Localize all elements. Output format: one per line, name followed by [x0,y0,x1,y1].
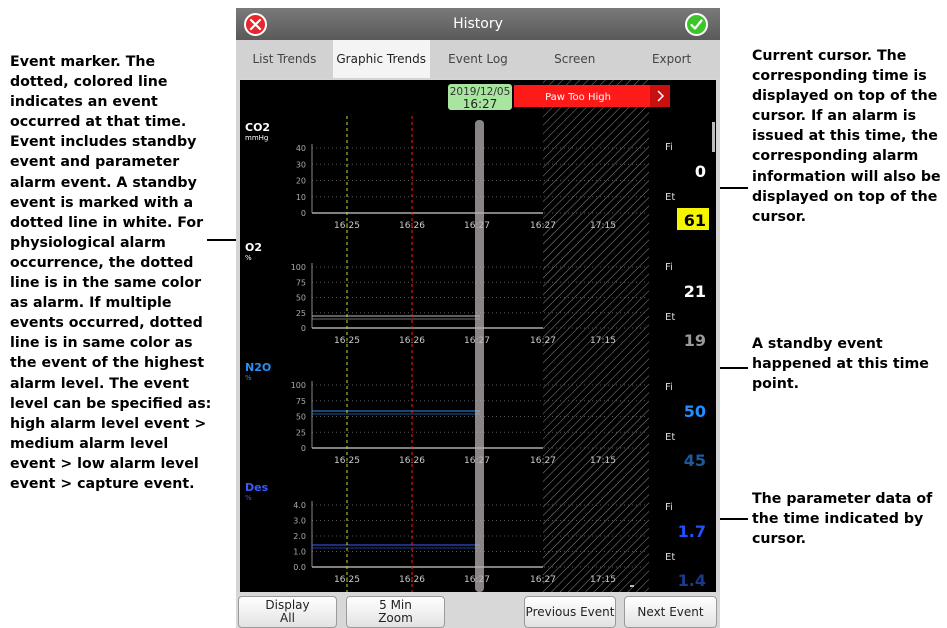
et-label: Et [665,312,675,323]
annotation-event-marker: Event marker. The dotted, colored line i… [10,54,212,492]
parameter-name: O2 [245,241,262,254]
zoom-label-line2: Zoom [378,611,413,625]
y-tick-label: 0.0 [293,563,306,572]
y-tick-label: 50 [296,413,306,422]
y-tick-label: 100 [291,263,306,272]
alarm-message: Paw Too High [545,92,611,103]
fi-label: Fi [665,142,673,153]
title-bar: History [236,8,720,40]
et-label: Et [665,192,675,203]
fi-value: 1.7 [678,522,706,541]
parameter-name: N2O [245,361,271,374]
time-tick-label: 17:15 [590,575,616,585]
parameter-unit: % [245,254,252,262]
cursor-bar[interactable] [475,120,484,592]
display-all-label-line2: All [280,611,295,625]
time-tick-label: 17:15 [590,456,616,466]
zoom-button[interactable]: 5 Min Zoom [346,596,445,628]
y-tick-label: 20 [296,177,306,186]
scrollbar-thumb[interactable] [712,122,715,152]
next-event-button[interactable]: Next Event [624,596,717,628]
y-tick-label: 3.0 [293,517,306,526]
et-label: Et [665,432,675,443]
tab-event-log[interactable]: Event Log [430,40,527,78]
y-tick-label: 75 [296,397,306,406]
y-tick-label: 50 [296,294,306,303]
y-tick-label: 30 [296,160,306,169]
y-tick-label: 10 [296,193,306,202]
y-tick-label: 25 [296,309,306,318]
y-tick-label: 75 [296,278,306,287]
et-value: 45 [684,451,706,470]
scroll-indicator [630,585,634,587]
tab-graphic-trends[interactable]: Graphic Trends [332,40,430,78]
tab-list-trends[interactable]: List Trends [236,40,333,78]
parameter-unit: % [245,494,252,502]
fi-value: 0 [695,162,706,181]
previous-event-button[interactable]: Previous Event [524,596,616,628]
y-tick-label: 2.0 [293,532,306,541]
fi-value: 21 [684,282,706,301]
time-tick-label: 16:27 [530,336,556,346]
tab-export[interactable]: Export [623,40,720,78]
annotation-current-cursor: Current cursor. The corresponding time i… [752,48,941,225]
parameter-unit: mmHg [245,134,268,142]
y-tick-label: 100 [291,381,306,390]
parameter-name: Des [245,481,269,494]
et-value: 1.4 [678,571,706,590]
y-tick-label: 4.0 [293,501,306,510]
parameter-name: CO2 [245,121,270,134]
cursor-time: 16:27 [463,97,498,111]
confirm-button[interactable] [685,13,708,36]
time-tick-label: 16:27 [530,575,556,585]
stage: Event marker. The dotted, colored line i… [0,0,947,628]
fi-label: Fi [665,382,673,393]
time-tick-label: 16:27 [530,456,556,466]
bottom-toolbar: Display All 5 Min Zoom Previous Event Next… [236,592,720,628]
annotation-parameter-data: The parameter data of the time indicated… [752,491,933,548]
checkmark-icon [690,19,703,30]
close-button[interactable] [244,13,267,36]
alarm-expand-button[interactable] [650,85,670,107]
fi-label: Fi [665,502,673,513]
y-tick-label: 0 [301,324,306,333]
et-label: Et [665,552,675,563]
y-tick-label: 25 [296,428,306,437]
tab-bar: List Trends Graphic Trends Event Log Scr… [236,40,720,78]
y-tick-label: 1.0 [293,548,306,557]
display-all-button[interactable]: Display All [238,596,337,628]
time-tick-label: 16:27 [530,221,556,231]
y-tick-label: 40 [296,144,306,153]
y-tick-label: 0 [301,209,306,218]
et-value: 61 [684,211,706,230]
et-value: 19 [684,331,706,350]
graphic-trends-screen: CO2mmHg40302010016:2516:2616:2716:2717:1… [240,80,716,592]
y-tick-label: 0 [301,444,306,453]
time-tick-label: 17:15 [590,221,616,231]
close-icon [249,18,262,31]
tab-screen[interactable]: Screen [526,40,623,78]
history-window: History List Trends Graphic Trends Event… [236,8,720,628]
trend-graph: CO2mmHg40302010016:2516:2616:2716:2717:1… [245,80,715,592]
fi-label: Fi [665,262,673,273]
annotation-standby-event: A standby event happened at this time po… [752,336,929,393]
parameter-unit: % [245,374,252,382]
fi-value: 50 [684,402,706,421]
window-title: History [453,16,503,32]
time-tick-label: 17:15 [590,336,616,346]
